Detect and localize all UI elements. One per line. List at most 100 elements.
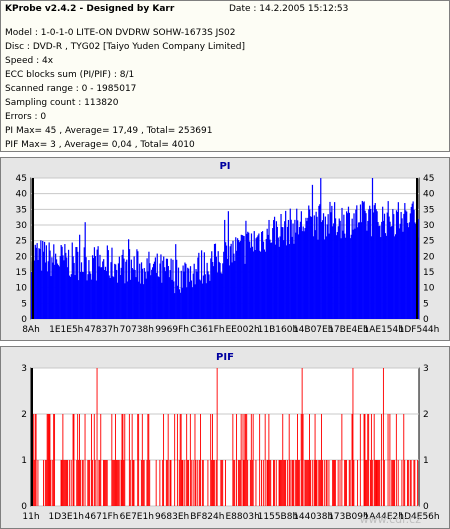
- pif-bar: [414, 460, 416, 506]
- pif-bar: [128, 414, 130, 506]
- pi-ytick-left: 15: [16, 268, 27, 278]
- pi-xtick: 1DF544h: [399, 325, 440, 335]
- pif-bar: [339, 460, 341, 506]
- disc-info: Disc : DVD-R , TYG02 [Taiyo Yuden Compan…: [5, 42, 246, 52]
- pif-bar: [149, 460, 151, 506]
- pi-ytick-left: 45: [16, 174, 27, 184]
- pif-bar: [100, 414, 102, 506]
- pif-bar: [68, 460, 70, 506]
- pif-bar: [320, 460, 322, 506]
- pif-bar: [190, 460, 192, 506]
- pi-ytick-left: 20: [16, 252, 28, 262]
- pi-xtick: EE002h: [226, 325, 260, 335]
- pif-bar: [403, 414, 405, 506]
- pif-bar: [114, 460, 116, 506]
- pif-bar: [363, 414, 365, 506]
- pif-bar: [122, 414, 124, 506]
- pif-bar: [166, 460, 168, 506]
- pif-xtick: 6E7E1h: [120, 512, 154, 522]
- pif-bar: [316, 460, 318, 506]
- pif-bar: [383, 460, 385, 506]
- pi-ytick-left: 35: [16, 205, 27, 215]
- pif-bar: [268, 414, 270, 506]
- pif-xtick: 11h: [22, 512, 39, 522]
- pif-bar: [309, 460, 311, 506]
- pif-bar: [88, 460, 90, 506]
- pif-bar: [245, 414, 247, 506]
- pif-bar: [378, 460, 380, 506]
- pi-chart-panel: PI 0 0 5 5 10 10 15 15 20 20 25 25 30 30 35 35 40 40 45 45 8…: [0, 157, 450, 341]
- pif-bar: [237, 460, 239, 506]
- pif-bar: [410, 460, 412, 506]
- pi-ytick-right: 20: [423, 252, 435, 262]
- pif-bar: [232, 414, 234, 506]
- pif-bar: [63, 460, 65, 506]
- pif-bar: [285, 460, 286, 506]
- scan-date: Date : 14.2.2005 15:12:53: [229, 4, 349, 14]
- pif-bar: [137, 414, 139, 506]
- pif-bar: [270, 460, 272, 506]
- pif-bar: [264, 414, 266, 506]
- pif-bar: [220, 460, 222, 506]
- pif-bar: [308, 460, 310, 506]
- pif-bar: [215, 460, 217, 506]
- pif-ytick-left: 0: [21, 502, 27, 512]
- pif-bar: [279, 460, 281, 506]
- pif-bar: [392, 460, 394, 506]
- pif-bar: [117, 460, 119, 506]
- pif-stats: PIF Max= 3 , Average= 0,04 , Total= 4010: [5, 140, 195, 150]
- pif-bar: [45, 460, 47, 506]
- app-title: KProbe v2.4.2 - Designed by Karr: [5, 4, 175, 14]
- pif-bar: [293, 460, 295, 506]
- pif-bar: [52, 460, 54, 506]
- pif-bar: [283, 460, 285, 506]
- pif-bar: [393, 460, 395, 506]
- pif-bar: [266, 460, 268, 506]
- pif-bar: [273, 460, 275, 506]
- pif-bar: [91, 414, 92, 506]
- pif-bar: [255, 460, 257, 506]
- pif-bar: [373, 414, 375, 506]
- pif-bar: [98, 460, 100, 506]
- pif-bar: [44, 460, 46, 506]
- pif-bar: [65, 460, 67, 506]
- pif-bar: [141, 414, 143, 506]
- pi-chart: 0 0 5 5 10 10 15 15 20 20 25 25 30 30 35 35 40 40 45 45 8Ah 1…: [16, 174, 440, 335]
- pif-bar: [328, 460, 330, 506]
- pif-bar: [375, 460, 377, 506]
- pif-bar: [207, 460, 209, 506]
- pi-ytick-right: 35: [423, 205, 434, 215]
- pif-bar: [199, 460, 201, 506]
- pi-xtick: 8Ah: [22, 325, 40, 335]
- pif-ytick-right: 0: [423, 502, 429, 512]
- pif-bar: [318, 460, 320, 506]
- pif-bar: [252, 414, 254, 506]
- pif-bar: [155, 460, 157, 506]
- pif-bar: [365, 460, 367, 506]
- pif-bar: [187, 460, 189, 506]
- pif-bar: [240, 414, 242, 506]
- watermark-text: www.cdr.cz: [360, 513, 422, 526]
- pif-bar: [225, 460, 226, 506]
- pif-bar: [47, 414, 49, 506]
- pif-bar: [78, 460, 80, 506]
- pif-bar: [281, 460, 283, 506]
- pif-bar: [351, 414, 353, 506]
- pif-bar: [381, 414, 383, 506]
- pif-bar: [370, 460, 371, 506]
- pif-bar: [309, 414, 310, 506]
- pif-bar: [195, 460, 197, 506]
- pif-bar: [132, 460, 134, 506]
- pif-bar: [222, 460, 224, 506]
- pif-bar: [374, 460, 376, 506]
- pif-bar: [129, 460, 131, 506]
- pif-bar: [121, 414, 123, 506]
- pif-bar: [116, 460, 118, 506]
- pif-bar: [131, 414, 133, 506]
- pif-bar: [371, 460, 373, 506]
- pif-bar: [243, 460, 245, 506]
- pif-bar: [133, 460, 135, 506]
- pif-bar: [269, 460, 271, 506]
- pi-ytick-left: 40: [16, 190, 28, 200]
- pif-bar: [77, 414, 79, 506]
